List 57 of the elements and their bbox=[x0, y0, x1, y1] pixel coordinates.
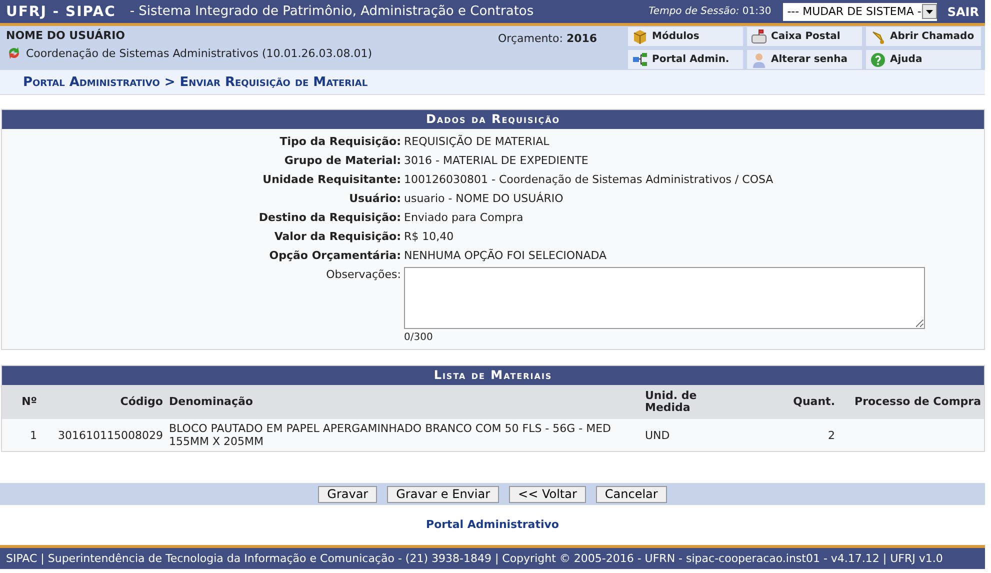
table-cell: 2 bbox=[722, 419, 838, 451]
mailbox-icon bbox=[751, 28, 767, 44]
character-counter: 0/300 bbox=[404, 332, 433, 343]
column-header: Código bbox=[40, 385, 166, 419]
budget-year: Orçamento: 2016 bbox=[498, 31, 598, 47]
form-button[interactable]: << Voltar bbox=[509, 486, 586, 502]
column-header: Processo de Compra bbox=[838, 385, 984, 419]
logout-link[interactable]: SAIR bbox=[947, 4, 979, 18]
field-label: Unidade Requisitante: bbox=[262, 172, 401, 187]
box-icon bbox=[632, 28, 648, 44]
portal-link[interactable]: Portal Administrativo bbox=[426, 518, 559, 531]
field-label: Tipo da Requisição: bbox=[278, 134, 401, 149]
table-cell: UND bbox=[642, 419, 722, 451]
column-header: Denominação bbox=[166, 385, 642, 419]
column-header: Quant. bbox=[722, 385, 838, 419]
field-value: NENHUMA OPÇÃO FOI SELECIONADA bbox=[404, 248, 608, 263]
field-label: Valor da Requisição: bbox=[273, 229, 401, 244]
table-cell: BLOCO PAUTADO EM PAPEL APERGAMINHADO BRANCO COM 50 FLS - 56G - MED 155MM X 205MM bbox=[166, 419, 642, 451]
refresh-icon[interactable] bbox=[6, 45, 22, 61]
field-label: Destino da Requisição: bbox=[258, 210, 401, 225]
field-value: Enviado para Compra bbox=[404, 210, 524, 225]
table-cell: 1 bbox=[2, 419, 40, 451]
help-icon bbox=[870, 52, 886, 68]
user-name: NOME DO USUÁRIO bbox=[6, 29, 126, 42]
system-name: - Sistema Integrado de Patrimônio, Administração e Contratos bbox=[130, 4, 534, 19]
shortcut-link[interactable]: Caixa Postal bbox=[747, 27, 862, 46]
app-brand: UFRJ - SIPAC bbox=[6, 4, 116, 20]
field-value: REQUISIÇÃO DE MATERIAL bbox=[404, 134, 550, 149]
form-button[interactable]: Gravar bbox=[318, 486, 378, 502]
field-value: usuario - NOME DO USUÁRIO bbox=[404, 191, 564, 206]
shortcut-link[interactable]: Portal Admin. bbox=[628, 50, 743, 69]
notes-field[interactable] bbox=[404, 267, 925, 329]
field-value: R$ 10,40 bbox=[404, 229, 455, 244]
shortcut-link[interactable]: Ajuda bbox=[866, 50, 981, 69]
person-icon bbox=[751, 52, 767, 68]
field-value: 3016 - MATERIAL DE EXPEDIENTE bbox=[404, 153, 590, 168]
shortcut-link[interactable]: Módulos bbox=[628, 27, 743, 46]
table-cell: 301610115008029 bbox=[40, 419, 166, 451]
field-label: Observações: bbox=[325, 267, 401, 283]
field-label: Usuário: bbox=[348, 191, 401, 206]
shortcut-link[interactable]: Abrir Chamado bbox=[866, 27, 981, 46]
field-label: Opção Orçamentária: bbox=[268, 248, 401, 263]
breadcrumb: Portal Administrativo > Enviar Requisição de Material bbox=[23, 74, 368, 90]
field-value: 100126030801 - Coordenação de Sistemas Administrativos / COSA bbox=[404, 172, 774, 187]
column-header: Unid. de Medida bbox=[642, 385, 722, 419]
column-header: Nº bbox=[2, 385, 40, 419]
form-button[interactable]: Gravar e Enviar bbox=[387, 486, 500, 502]
section-title: Dados da Requisição bbox=[2, 110, 984, 129]
user-unit: Coordenação de Sistemas Administrativos (10.01.26.03.08.01) bbox=[26, 46, 372, 60]
section-title: Lista de Materiais bbox=[2, 366, 984, 385]
field-label: Grupo de Material: bbox=[283, 153, 401, 168]
network-icon bbox=[632, 52, 648, 68]
footer-text: SIPAC | Superintendência de Tecnologia da Informação e Comunicação - (21) 3938-1849 | Copyright © 2005-2016 - UFRN - sipac-cooperacao.inst01 - v4.17.12 | UFRJ v1.0 bbox=[6, 552, 943, 565]
form-button[interactable]: Cancelar bbox=[596, 486, 667, 502]
session-timer: Tempo de Sessão: 01:30 bbox=[648, 6, 772, 17]
system-select[interactable]: --- MUDAR DE SISTEMA - bbox=[783, 2, 938, 20]
shortcut-link[interactable]: Alterar senha bbox=[747, 50, 862, 69]
